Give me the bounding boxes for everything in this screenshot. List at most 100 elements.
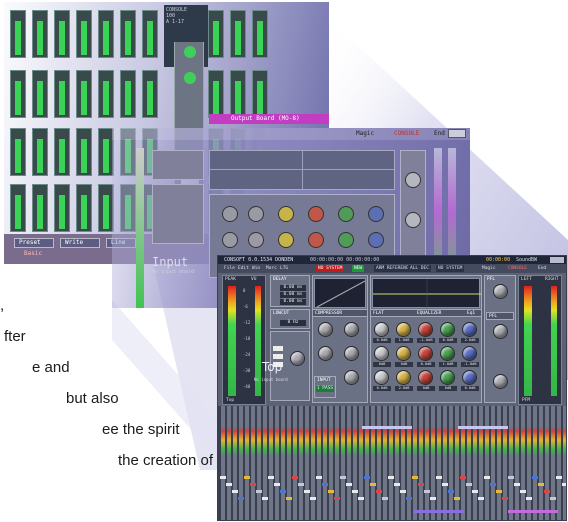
- channel-strip[interactable]: [269, 406, 273, 520]
- knob[interactable]: [338, 232, 354, 248]
- fader-cap[interactable]: [418, 483, 424, 486]
- fader-cap[interactable]: [262, 497, 268, 500]
- channel-strip[interactable]: [509, 406, 513, 520]
- channel-strip[interactable]: [257, 406, 261, 520]
- comp-knob[interactable]: [344, 346, 359, 361]
- fader-cap[interactable]: [460, 476, 466, 479]
- channel-strip[interactable]: [377, 406, 381, 520]
- pan-knob[interactable]: [405, 172, 421, 188]
- fader-cap[interactable]: [550, 497, 556, 500]
- channel-strip[interactable]: [455, 406, 459, 520]
- channel-strip[interactable]: [491, 406, 495, 520]
- channel-strip[interactable]: [311, 406, 315, 520]
- channel-strip[interactable]: [449, 406, 453, 520]
- knob[interactable]: [308, 206, 324, 222]
- menu-item[interactable]: LTG: [278, 265, 290, 272]
- fader-cap[interactable]: [268, 476, 274, 479]
- channel-strip[interactable]: [401, 406, 405, 520]
- eq-knob[interactable]: [462, 346, 477, 361]
- channel-strip[interactable]: [353, 406, 357, 520]
- fader-cap[interactable]: [430, 497, 436, 500]
- master-knob[interactable]: [184, 72, 196, 84]
- channel-strip[interactable]: [467, 406, 471, 520]
- fader-cap[interactable]: [238, 497, 244, 500]
- channel-strip[interactable]: [527, 406, 531, 520]
- fader-cap[interactable]: [388, 476, 394, 479]
- master-knob[interactable]: [184, 46, 196, 58]
- channel-strip[interactable]: [479, 406, 483, 520]
- fader-cap[interactable]: [346, 483, 352, 486]
- menu-item[interactable]: NO SYSTEM: [316, 265, 345, 272]
- fader-cap[interactable]: [322, 483, 328, 486]
- fader-cap[interactable]: [406, 497, 412, 500]
- knob[interactable]: [368, 206, 384, 222]
- eq-knob[interactable]: [374, 322, 389, 337]
- knob[interactable]: [222, 232, 238, 248]
- channel-strip[interactable]: [563, 406, 566, 520]
- window-controls[interactable]: [550, 257, 564, 263]
- channel-strip[interactable]: [389, 406, 393, 520]
- fader-cap[interactable]: [382, 497, 388, 500]
- fader-cap[interactable]: [340, 476, 346, 479]
- eq-knob[interactable]: [396, 346, 411, 361]
- delay-readout[interactable]: 0.00 ms: [280, 292, 306, 298]
- fader-cap[interactable]: [316, 476, 322, 479]
- fader-cap[interactable]: [556, 476, 562, 479]
- fader-cap[interactable]: [520, 490, 526, 493]
- fader-cap[interactable]: [400, 490, 406, 493]
- fader-cap[interactable]: [508, 476, 514, 479]
- route-knob[interactable]: [290, 351, 305, 366]
- menu-item[interactable]: Win: [250, 265, 262, 272]
- eq-knob[interactable]: [462, 370, 477, 385]
- channel-strip[interactable]: [461, 406, 465, 520]
- fader-cap[interactable]: [562, 483, 566, 486]
- fader-cap[interactable]: [490, 483, 496, 486]
- fader-cap[interactable]: [364, 476, 370, 479]
- channel-strip[interactable]: [281, 406, 285, 520]
- fader-cap[interactable]: [370, 483, 376, 486]
- channel-strip[interactable]: [545, 406, 549, 520]
- channel-strip[interactable]: [359, 406, 363, 520]
- channel-strip[interactable]: [227, 406, 231, 520]
- channel-strip[interactable]: [275, 406, 279, 520]
- channel-strip[interactable]: [521, 406, 525, 520]
- menu-item[interactable]: CONSOLE: [506, 265, 529, 272]
- fader-cap[interactable]: [442, 483, 448, 486]
- channel-strip[interactable]: [371, 406, 375, 520]
- fader-cap[interactable]: [496, 490, 502, 493]
- channel-strip[interactable]: [413, 406, 417, 520]
- channel-strip[interactable]: [347, 406, 351, 520]
- fader-cap[interactable]: [334, 497, 340, 500]
- menu-item-console[interactable]: CONSOLE: [394, 130, 419, 137]
- eq-knob[interactable]: [418, 370, 433, 385]
- channel-strip[interactable]: [245, 406, 249, 520]
- eq-knob[interactable]: [462, 322, 477, 337]
- channel-strip[interactable]: [287, 406, 291, 520]
- fader-cap[interactable]: [454, 497, 460, 500]
- fader-cap[interactable]: [478, 497, 484, 500]
- channel-strip[interactable]: [407, 406, 411, 520]
- fader-cap[interactable]: [532, 476, 538, 479]
- comp-knob[interactable]: [344, 322, 359, 337]
- fader-cap[interactable]: [304, 490, 310, 493]
- channel-strip[interactable]: [539, 406, 543, 520]
- fader-cap[interactable]: [286, 497, 292, 500]
- fader-cap[interactable]: [232, 490, 238, 493]
- comp-knob[interactable]: [318, 346, 333, 361]
- pfl-knob[interactable]: [493, 324, 508, 339]
- fader-cap[interactable]: [484, 476, 490, 479]
- channel-strip[interactable]: [365, 406, 369, 520]
- channel-strip[interactable]: [437, 406, 441, 520]
- channel-strip[interactable]: [329, 406, 333, 520]
- pan-knob[interactable]: [493, 374, 508, 389]
- fader-cap[interactable]: [274, 483, 280, 486]
- menu-item[interactable]: Edit: [236, 265, 251, 272]
- route-button[interactable]: [273, 346, 283, 351]
- fader-cap[interactable]: [514, 483, 520, 486]
- write-button[interactable]: Write: [60, 238, 100, 248]
- channel-strip[interactable]: [419, 406, 423, 520]
- channel-strip[interactable]: [557, 406, 561, 520]
- menu-item[interactable]: ALL DEC: [408, 265, 431, 272]
- channel-strip[interactable]: [335, 406, 339, 520]
- channel-strip[interactable]: [251, 406, 255, 520]
